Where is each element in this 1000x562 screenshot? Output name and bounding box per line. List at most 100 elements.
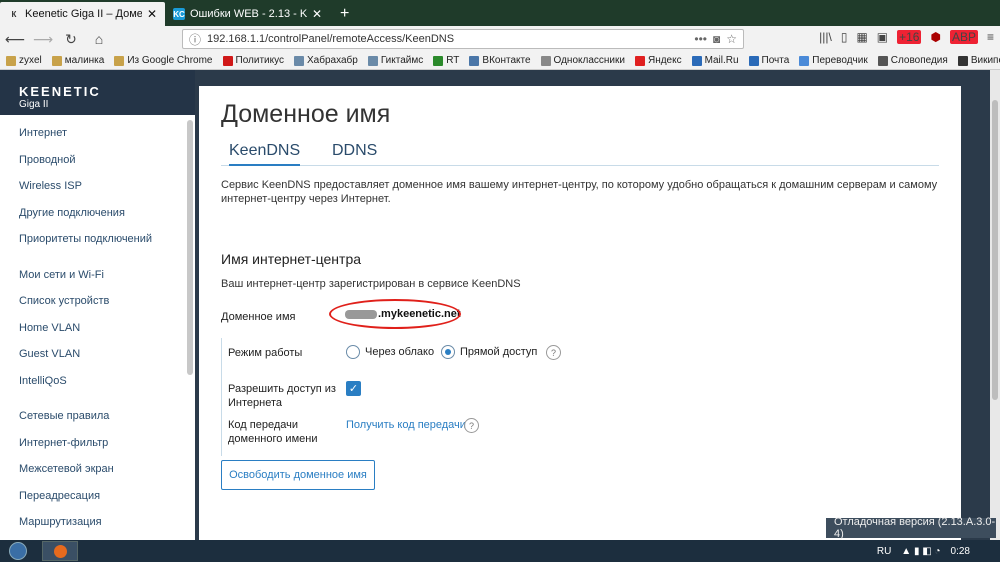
sidebar-icon[interactable]: ▯ bbox=[841, 30, 848, 44]
sidebar-item[interactable]: Переадресация bbox=[0, 483, 185, 510]
url-bar[interactable]: ⓘ 192.168.1.1/controlPanel/remoteAccess/… bbox=[182, 29, 744, 49]
new-tab-button[interactable]: + bbox=[330, 2, 359, 26]
bookmark-favicon-icon bbox=[957, 55, 968, 66]
service-description: Сервис KeenDNS предоставляет доменное им… bbox=[221, 179, 938, 205]
sidebar-item[interactable]: Другие подключения bbox=[0, 200, 185, 227]
router-web-page: KEENETIC Giga II Интернет Проводной Wirele… bbox=[0, 70, 1000, 540]
tab-keendns[interactable]: KeenDNS bbox=[229, 142, 301, 166]
bookmark-favicon-icon bbox=[540, 55, 551, 66]
bookmark-item[interactable]: Почта bbox=[748, 55, 789, 66]
page-title: Доменное имя bbox=[221, 100, 391, 128]
bookmark-label: ВКонтакте bbox=[482, 55, 531, 66]
bookmark-item[interactable]: Википедия bbox=[957, 55, 1000, 66]
sidebar-item[interactable]: Маршрутизация bbox=[0, 509, 185, 536]
close-tab-icon[interactable]: ✕ bbox=[312, 7, 322, 21]
bookmark-label: Политикус bbox=[235, 55, 285, 66]
page-scrollbar-thumb[interactable] bbox=[992, 100, 998, 400]
bookmark-favicon-icon bbox=[367, 55, 378, 66]
system-tray: RU ▲ ▮ ◧ ◔ 0:28 bbox=[877, 540, 970, 562]
radio-circle-selected[interactable] bbox=[441, 345, 455, 359]
more-actions-icon[interactable]: ••• bbox=[694, 32, 707, 46]
bookmark-item[interactable]: Mail.Ru bbox=[691, 55, 739, 66]
library-icon[interactable]: |||\ bbox=[819, 30, 832, 44]
sidebar-item[interactable]: Сетевые правила bbox=[0, 403, 185, 430]
adblock-plus-icon[interactable]: ABP bbox=[949, 30, 978, 44]
extension-icon[interactable]: ▦ bbox=[856, 30, 867, 44]
bookmark-item[interactable]: Яндекс bbox=[634, 55, 682, 66]
bookmark-item[interactable]: Хабрахабр bbox=[294, 55, 358, 66]
firefox-icon bbox=[53, 544, 67, 558]
release-domain-button[interactable]: Освободить доменное имя bbox=[221, 460, 375, 490]
bookmark-favicon-icon bbox=[222, 55, 233, 66]
bookmark-item[interactable]: Политикус bbox=[222, 55, 285, 66]
bookmark-star-icon[interactable]: ☆ bbox=[726, 32, 737, 46]
tab-keenetic-domain[interactable]: К Keenetic Giga II – Доменное имя ✕ bbox=[0, 2, 165, 26]
sidebar-item[interactable]: Проводной bbox=[0, 147, 185, 174]
radio-direct[interactable]: Прямой доступ bbox=[441, 345, 537, 359]
sidebar-item[interactable]: IntelliQoS bbox=[0, 368, 185, 395]
notification-badge[interactable]: +16 bbox=[897, 30, 922, 44]
tab-title: Keenetic Giga II – Доменное имя bbox=[25, 8, 142, 20]
ublock-icon[interactable]: ⬢ bbox=[930, 30, 940, 44]
taskbar-firefox[interactable] bbox=[42, 541, 78, 561]
close-tab-icon[interactable]: ✕ bbox=[147, 7, 157, 21]
windows-taskbar: RU ▲ ▮ ◧ ◔ 0:28 bbox=[0, 540, 1000, 562]
pocket-icon[interactable]: ◙ bbox=[713, 32, 720, 46]
sidebar-item[interactable]: Интернет bbox=[0, 120, 185, 147]
bookmark-item[interactable]: ВКонтакте bbox=[469, 55, 531, 66]
bookmark-item[interactable]: Гиктаймс bbox=[367, 55, 423, 66]
bookmark-label: Хабрахабр bbox=[307, 55, 358, 66]
reload-button[interactable]: ↻ bbox=[60, 28, 82, 50]
bookmarks-bar: zyxel малинка Из Google Chrome Политикус Хаб… bbox=[0, 52, 1000, 70]
bookmark-item[interactable]: малинка bbox=[51, 55, 105, 66]
keenetic-logo[interactable]: KEENETIC bbox=[19, 84, 195, 99]
tray-icons[interactable]: ▲ ▮ ◧ ◔ bbox=[901, 546, 940, 557]
sidebar-item[interactable]: Home VLAN bbox=[0, 315, 185, 342]
forward-button[interactable]: ⟶ bbox=[32, 28, 54, 50]
bookmark-favicon-icon bbox=[877, 55, 888, 66]
sidebar-scrollbar[interactable] bbox=[187, 120, 193, 375]
sidebar-item[interactable]: Wireless ISP bbox=[0, 173, 185, 200]
sidebar-item[interactable]: Приоритеты подключений bbox=[0, 226, 185, 253]
radio-circle[interactable] bbox=[346, 345, 360, 359]
bookmark-item[interactable]: Переводчик bbox=[799, 55, 868, 66]
menu-icon[interactable]: ≡ bbox=[987, 30, 994, 44]
bookmark-favicon-icon bbox=[748, 55, 759, 66]
transfer-help-icon[interactable]: ? bbox=[464, 418, 479, 433]
info-icon[interactable]: ⓘ bbox=[189, 31, 201, 48]
tab-web-errors[interactable]: KC Ошибки WEB - 2.13 - Keenetic ✕ bbox=[165, 2, 330, 26]
debug-version-badge: Отладочная версия (2.13.A.3.0-4) bbox=[826, 516, 996, 540]
bookmark-label: малинка bbox=[64, 55, 105, 66]
bookmark-item[interactable]: Одноклассники bbox=[540, 55, 625, 66]
back-button[interactable]: ⟵ bbox=[4, 28, 26, 50]
sidebar-item[interactable]: Межсетевой экран bbox=[0, 456, 185, 483]
home-button[interactable]: ⌂ bbox=[88, 28, 110, 50]
sidebar-item[interactable]: Guest VLAN bbox=[0, 341, 185, 368]
page-scrollbar[interactable] bbox=[990, 70, 1000, 540]
brand-header: KEENETIC Giga II bbox=[0, 70, 195, 115]
keenetic-community-favicon-icon: KC bbox=[173, 8, 185, 20]
start-button[interactable] bbox=[0, 540, 36, 562]
bookmark-item[interactable]: RT bbox=[433, 55, 459, 66]
bookmark-item[interactable]: Словопедия bbox=[877, 55, 948, 66]
tab-ddns[interactable]: DDNS bbox=[332, 142, 377, 166]
clock[interactable]: 0:28 bbox=[951, 546, 970, 557]
bookmark-label: RT bbox=[446, 55, 460, 66]
toolbar-icons: |||\ ▯ ▦ ▣ +16 ⬢ ABP ≡ bbox=[819, 30, 994, 44]
bookmark-item[interactable]: Из Google Chrome bbox=[114, 55, 213, 66]
model-name: Giga II bbox=[19, 99, 49, 110]
bookmark-favicon-icon bbox=[469, 55, 480, 66]
sidebar-item[interactable]: Интернет-фильтр bbox=[0, 430, 185, 457]
radio-cloud[interactable]: Через облако bbox=[346, 345, 434, 359]
mode-help-icon[interactable]: ? bbox=[546, 345, 561, 360]
radio-direct-label: Прямой доступ bbox=[460, 346, 538, 358]
get-transfer-code-link[interactable]: Получить код передачи bbox=[346, 419, 466, 431]
registered-status: Ваш интернет-центр зарегистрирован в сер… bbox=[221, 278, 521, 290]
sidebar-item[interactable]: Список устройств bbox=[0, 288, 185, 315]
sidebar-item[interactable]: Мои сети и Wi-Fi bbox=[0, 262, 185, 289]
bookmark-item[interactable]: zyxel bbox=[6, 55, 42, 66]
extension-icon[interactable]: ▣ bbox=[877, 30, 888, 44]
language-indicator[interactable]: RU bbox=[877, 546, 891, 557]
bookmark-label: Переводчик bbox=[812, 55, 868, 66]
allow-access-checkbox[interactable]: ✓ bbox=[346, 381, 361, 396]
